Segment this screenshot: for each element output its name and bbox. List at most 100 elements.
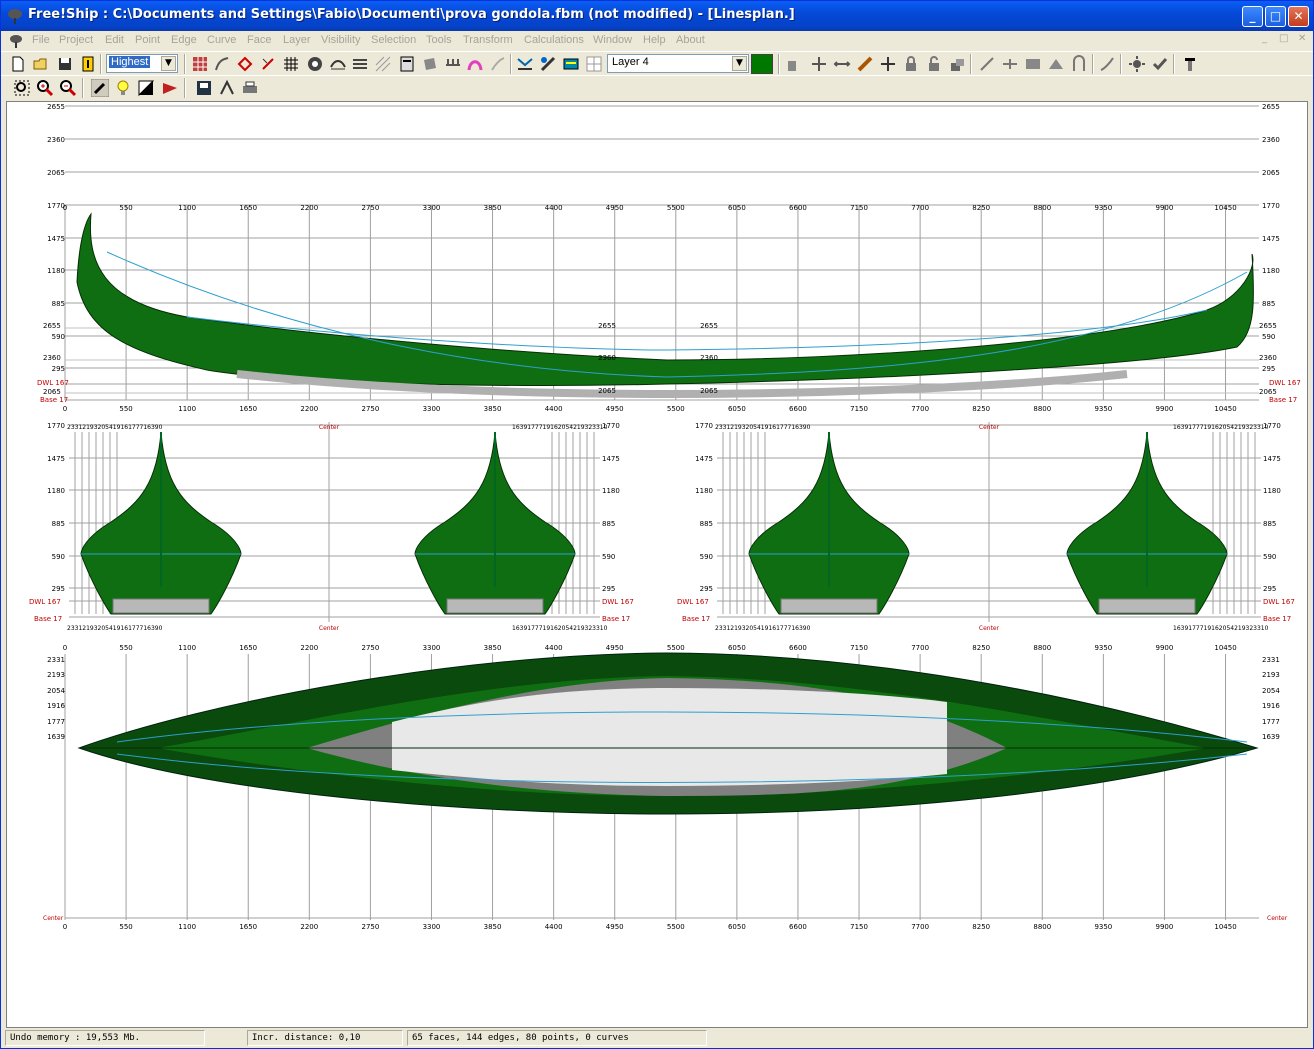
menu-face[interactable]: Face [247, 34, 271, 46]
mirror-icon[interactable] [516, 55, 534, 73]
waterlines-icon[interactable] [351, 55, 369, 73]
zebra-icon[interactable] [489, 55, 507, 73]
maximize-button[interactable]: □ [1265, 6, 1286, 27]
hand-icon[interactable] [783, 55, 801, 73]
grid-icon[interactable] [282, 55, 300, 73]
menu-about[interactable]: About [676, 34, 705, 46]
menu-edge[interactable]: Edge [171, 34, 197, 46]
collapse-edge-icon[interactable] [1024, 55, 1042, 73]
linesplan-canvas[interactable]: 2655 2655 2360 2360 2065 2065 1770 1770 1475 1475… [7, 102, 1307, 1027]
profile-ytick-right: 885 [1262, 300, 1275, 308]
new-file-icon[interactable] [9, 55, 27, 73]
linesplan-view[interactable]: 2655 2655 2360 2360 2065 2065 1770 1770 1475 1475… [6, 101, 1308, 1028]
mdi-minimize-button[interactable]: _ [1262, 33, 1267, 44]
crease-edge-icon[interactable] [1047, 55, 1065, 73]
menu-edit[interactable]: Edit [105, 34, 124, 46]
menu-curve[interactable]: Curve [207, 34, 236, 46]
new-curve-icon[interactable] [1098, 55, 1116, 73]
paint-icon[interactable] [856, 55, 874, 73]
shade-icon[interactable] [421, 55, 439, 73]
profile-xtick-top: 2200 [300, 204, 318, 212]
scale-icon[interactable] [833, 55, 851, 73]
zoom-in-icon[interactable] [36, 79, 54, 97]
shading-icon[interactable] [161, 79, 179, 97]
profile-xtick-bottom: 1100 [178, 405, 196, 413]
split-edge-icon[interactable] [1001, 55, 1019, 73]
menu-visibility[interactable]: Visibility [321, 34, 361, 46]
chevron-down-icon[interactable]: ▼ [732, 56, 747, 71]
insert-icon[interactable] [879, 55, 897, 73]
remove-unused-icon[interactable] [1181, 55, 1199, 73]
plan-xtick-bottom: 6050 [728, 923, 746, 931]
color-mode-icon[interactable] [137, 79, 155, 97]
profile-xtick-bottom: 2200 [300, 405, 318, 413]
layer-dialog-icon[interactable] [585, 55, 603, 73]
curvature-plot-icon[interactable] [466, 55, 484, 73]
unlock-all-icon[interactable] [948, 55, 966, 73]
info-icon[interactable] [79, 55, 97, 73]
layer-properties-icon[interactable] [562, 55, 580, 73]
profile-ytick-right: 2065 [1262, 169, 1280, 177]
open-file-icon[interactable] [32, 55, 50, 73]
menu-point[interactable]: Point [135, 34, 160, 46]
plan-xtick-top: 1650 [239, 644, 257, 652]
bodyplan-buttock-ticks: 1639177719162054219323310 [1173, 424, 1269, 431]
mdi-close-button[interactable]: ✕ [1298, 33, 1306, 44]
tools-icon[interactable] [539, 55, 557, 73]
new-edge-icon[interactable] [978, 55, 996, 73]
stations-icon[interactable] [306, 55, 324, 73]
menu-help[interactable]: Help [643, 34, 666, 46]
export-icon[interactable] [218, 79, 236, 97]
diagonals-icon[interactable] [374, 55, 392, 73]
layer-color-swatch[interactable] [751, 54, 773, 74]
plan-xtick-bottom: 550 [119, 923, 132, 931]
toolbar-separator [1120, 54, 1122, 74]
interior-edges-icon[interactable] [213, 55, 231, 73]
app-menu-icon[interactable] [8, 33, 24, 49]
save-icon[interactable] [56, 55, 74, 73]
extrude-icon[interactable] [1070, 55, 1088, 73]
mdi-restore-button[interactable]: □ [1279, 33, 1288, 44]
menu-calculations[interactable]: Calculations [524, 34, 584, 46]
menu-selection[interactable]: Selection [371, 34, 416, 46]
curvature-icon[interactable] [236, 55, 254, 73]
zoom-extents-icon[interactable] [13, 79, 31, 97]
chevron-down-icon[interactable]: ▼ [161, 56, 176, 71]
profile-overlay-tick: 2065 [598, 387, 616, 395]
close-button[interactable]: ✕ [1288, 6, 1309, 27]
title-bar[interactable]: Free!Ship : C:\Documents and Settings\Fa… [1, 1, 1313, 31]
menu-window[interactable]: Window [593, 34, 632, 46]
minimize-button[interactable]: _ [1242, 6, 1263, 27]
menu-project[interactable]: Project [59, 34, 93, 46]
light-icon[interactable] [1128, 55, 1146, 73]
unlock-icon[interactable] [925, 55, 943, 73]
check-model-icon[interactable] [1151, 55, 1169, 73]
plan-ytick-right: 2054 [1262, 687, 1280, 695]
pencil-icon[interactable] [90, 78, 110, 98]
bodyplan-ytick-left: 1475 [695, 455, 713, 463]
normals-icon[interactable] [259, 55, 277, 73]
menu-tools[interactable]: Tools [426, 34, 452, 46]
plan-ytick-right: 2331 [1262, 656, 1280, 664]
bodyplan-buttock-ticks: 1639177719162054219323310 [512, 424, 608, 431]
precision-select[interactable]: Highest ▼ [106, 54, 178, 73]
menu-transform[interactable]: Transform [463, 34, 513, 46]
profile-ytick-left: 885 [52, 300, 65, 308]
lock-icon[interactable] [902, 55, 920, 73]
control-net-icon[interactable] [191, 55, 209, 73]
print-icon[interactable] [241, 79, 259, 97]
profile-xtick-bottom: 3300 [423, 405, 441, 413]
flowlines-icon[interactable] [444, 55, 462, 73]
hydrostatics-icon[interactable] [398, 55, 416, 73]
menu-layer[interactable]: Layer [283, 34, 311, 46]
plan-xtick-bottom: 2200 [300, 923, 318, 931]
plan-xtick-bottom: 8800 [1033, 923, 1051, 931]
active-layer-select[interactable]: Layer 4 ▼ [607, 54, 749, 73]
move-icon[interactable] [810, 55, 828, 73]
menu-file[interactable]: File [32, 34, 50, 46]
plan-xtick-top: 6050 [728, 644, 746, 652]
lightbulb-icon[interactable] [114, 79, 132, 97]
zoom-out-icon[interactable] [59, 79, 77, 97]
save-image-icon[interactable] [195, 79, 213, 97]
buttocks-icon[interactable] [329, 55, 347, 73]
